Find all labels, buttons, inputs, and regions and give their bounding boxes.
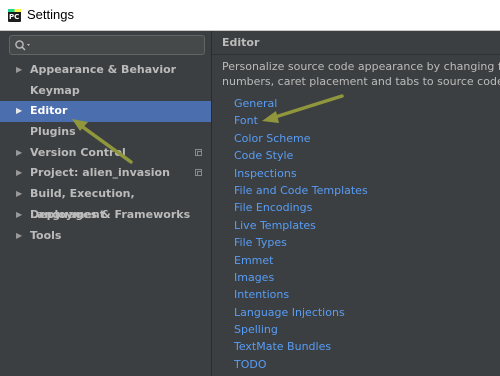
sidebar-item-label: Plugins [30,125,76,139]
sidebar-item-label: Version Control [30,145,126,159]
link-live-templates[interactable]: Live Templates [234,217,368,234]
link-file-encodings[interactable]: File Encodings [234,199,368,216]
sidebar-item-appearance-behavior[interactable]: ▶ Appearance & Behavior [0,60,211,81]
search-icon[interactable] [14,39,34,53]
link-general[interactable]: General [234,95,368,112]
link-spelling[interactable]: Spelling [234,321,368,338]
link-font[interactable]: Font [234,112,368,129]
expand-arrow-icon[interactable]: ▶ [16,184,22,205]
sidebar-item-label: Project: alien_invasion [30,166,170,180]
link-textmate-bundles[interactable]: TextMate Bundles [234,338,368,355]
settings-content-panel: Editor Personalize source code appearanc… [212,31,500,376]
description-line: Personalize source code appearance by ch… [222,60,500,73]
editor-subsection-links: General Font Color Scheme Code Style Ins… [234,95,368,373]
link-color-scheme[interactable]: Color Scheme [234,130,368,147]
sidebar-item-keymap[interactable]: Keymap [0,81,211,102]
search-input[interactable] [9,35,205,55]
expand-arrow-icon[interactable]: ▶ [16,205,22,226]
link-images[interactable]: Images [234,269,368,286]
link-inspections[interactable]: Inspections [234,165,368,182]
divider [212,54,500,55]
sidebar-item-tools[interactable]: ▶ Tools [0,226,211,247]
link-intentions[interactable]: Intentions [234,286,368,303]
sidebar-item-label: Editor [30,104,68,118]
settings-tree: ▶ Appearance & Behavior Keymap ▶ Editor … [0,60,211,246]
sidebar-item-plugins[interactable]: Plugins [0,122,211,143]
app-icon-text: PC [9,13,20,21]
title-bar: PC Settings [0,0,500,31]
sidebar-item-label: Languages & Frameworks [30,207,191,221]
project-scope-icon [195,148,202,156]
link-file-and-code-templates[interactable]: File and Code Templates [234,182,368,199]
sidebar-item-label: Appearance & Behavior [30,63,177,76]
link-code-style[interactable]: Code Style [234,147,368,164]
sidebar-item-build-execution-deployment[interactable]: ▶ Build, Execution, Deployment [0,184,211,221]
sidebar-item-label: Keymap [30,83,80,97]
link-todo[interactable]: TODO [234,356,368,373]
link-language-injections[interactable]: Language Injections [234,304,368,321]
sidebar-item-editor[interactable]: ▶ Editor [0,101,211,123]
page-description: Personalize source code appearance by ch… [222,59,500,89]
expand-arrow-icon[interactable]: ▶ [16,101,22,122]
window-title: Settings [27,7,74,22]
expand-arrow-icon[interactable]: ▶ [16,163,22,184]
pycharm-app-icon: PC [8,9,21,22]
settings-sidebar: ▶ Appearance & Behavior Keymap ▶ Editor … [0,31,212,376]
sidebar-item-languages-frameworks[interactable]: ▶ Languages & Frameworks [0,205,211,226]
expand-arrow-icon[interactable]: ▶ [16,143,22,164]
page-title: Editor [222,36,260,49]
sidebar-item-version-control[interactable]: ▶ Version Control [0,143,211,164]
expand-arrow-icon[interactable]: ▶ [16,60,22,81]
sidebar-item-label: Tools [30,228,62,242]
link-file-types[interactable]: File Types [234,234,368,251]
sidebar-item-project[interactable]: ▶ Project: alien_invasion [0,163,211,184]
project-scope-icon [195,169,202,177]
description-line: numbers, caret placement and tabs to sou… [222,75,500,88]
link-emmet[interactable]: Emmet [234,252,368,269]
expand-arrow-icon[interactable]: ▶ [16,226,22,247]
